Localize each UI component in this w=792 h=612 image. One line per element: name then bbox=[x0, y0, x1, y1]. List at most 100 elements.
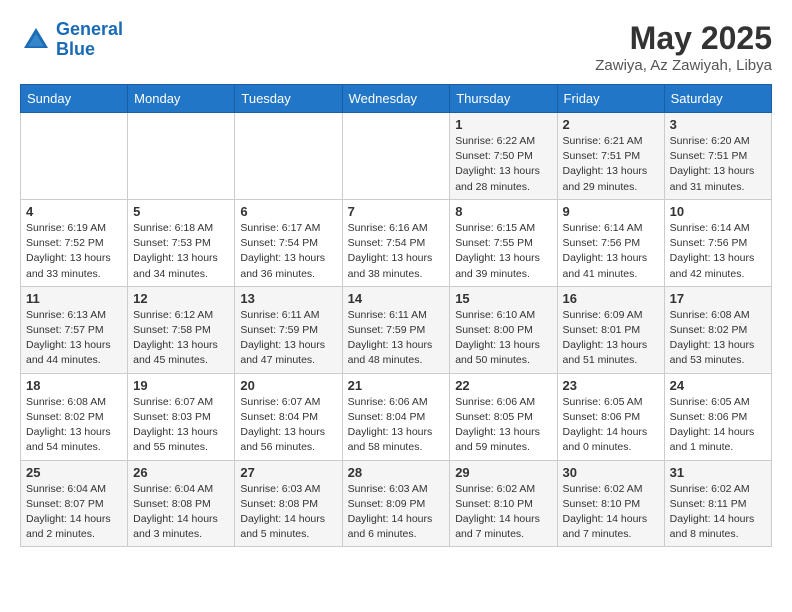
day-info: Sunrise: 6:12 AMSunset: 7:58 PMDaylight:… bbox=[133, 308, 229, 369]
day-info: Sunrise: 6:15 AMSunset: 7:55 PMDaylight:… bbox=[455, 221, 551, 282]
day-info: Sunrise: 6:08 AMSunset: 8:02 PMDaylight:… bbox=[26, 395, 122, 456]
weekday-header: Monday bbox=[128, 85, 235, 113]
day-number: 25 bbox=[26, 465, 122, 480]
calendar-week-row: 18 Sunrise: 6:08 AMSunset: 8:02 PMDayligh… bbox=[21, 373, 772, 460]
calendar-cell: 8 Sunrise: 6:15 AMSunset: 7:55 PMDaylight… bbox=[450, 199, 557, 286]
day-number: 2 bbox=[563, 117, 659, 132]
day-number: 7 bbox=[348, 204, 445, 219]
day-number: 4 bbox=[26, 204, 122, 219]
day-number: 12 bbox=[133, 291, 229, 306]
calendar-cell: 7 Sunrise: 6:16 AMSunset: 7:54 PMDaylight… bbox=[342, 199, 450, 286]
day-number: 6 bbox=[240, 204, 336, 219]
day-number: 30 bbox=[563, 465, 659, 480]
calendar-cell: 15Sunrise: 6:10 AMSunset: 8:00 PMDayligh… bbox=[450, 286, 557, 373]
day-info: Sunrise: 6:07 AMSunset: 8:03 PMDaylight:… bbox=[133, 395, 229, 456]
calendar-cell: 5 Sunrise: 6:18 AMSunset: 7:53 PMDaylight… bbox=[128, 199, 235, 286]
day-info: Sunrise: 6:06 AMSunset: 8:04 PMDaylight:… bbox=[348, 395, 445, 456]
weekday-header: Thursday bbox=[450, 85, 557, 113]
calendar-cell: 4 Sunrise: 6:19 AMSunset: 7:52 PMDaylight… bbox=[21, 199, 128, 286]
day-number: 1 bbox=[455, 117, 551, 132]
day-number: 11 bbox=[26, 291, 122, 306]
calendar-cell: 25 Sunrise: 6:04 AMSunset: 8:07 PMDayligh… bbox=[21, 460, 128, 547]
weekday-header: Wednesday bbox=[342, 85, 450, 113]
day-info: Sunrise: 6:16 AMSunset: 7:54 PMDaylight:… bbox=[348, 221, 445, 282]
day-info: Sunrise: 6:06 AMSunset: 8:05 PMDaylight:… bbox=[455, 395, 551, 456]
logo-line2: Blue bbox=[56, 40, 123, 60]
day-info: Sunrise: 6:20 AMSunset: 7:51 PMDaylight:… bbox=[670, 134, 766, 195]
day-info: Sunrise: 6:08 AMSunset: 8:02 PMDaylight:… bbox=[670, 308, 766, 369]
calendar-cell bbox=[235, 113, 342, 200]
calendar-week-row: 11Sunrise: 6:13 AMSunset: 7:57 PMDayligh… bbox=[21, 286, 772, 373]
logo: General Blue bbox=[20, 20, 123, 60]
calendar-cell: 10 Sunrise: 6:14 AMSunset: 7:56 PMDayligh… bbox=[664, 199, 771, 286]
day-number: 18 bbox=[26, 378, 122, 393]
day-number: 5 bbox=[133, 204, 229, 219]
calendar-cell bbox=[342, 113, 450, 200]
calendar-cell: 3 Sunrise: 6:20 AMSunset: 7:51 PMDaylight… bbox=[664, 113, 771, 200]
weekday-header: Saturday bbox=[664, 85, 771, 113]
day-number: 22 bbox=[455, 378, 551, 393]
day-number: 3 bbox=[670, 117, 766, 132]
calendar-cell: 22 Sunrise: 6:06 AMSunset: 8:05 PMDayligh… bbox=[450, 373, 557, 460]
weekday-header: Tuesday bbox=[235, 85, 342, 113]
logo-line1: General bbox=[56, 19, 123, 39]
calendar-cell: 21 Sunrise: 6:06 AMSunset: 8:04 PMDayligh… bbox=[342, 373, 450, 460]
calendar-cell: 28Sunrise: 6:03 AMSunset: 8:09 PMDayligh… bbox=[342, 460, 450, 547]
day-info: Sunrise: 6:02 AMSunset: 8:10 PMDaylight:… bbox=[563, 482, 659, 543]
day-info: Sunrise: 6:22 AMSunset: 7:50 PMDaylight:… bbox=[455, 134, 551, 195]
calendar-week-row: 4 Sunrise: 6:19 AMSunset: 7:52 PMDaylight… bbox=[21, 199, 772, 286]
day-number: 8 bbox=[455, 204, 551, 219]
calendar-cell: 23Sunrise: 6:05 AMSunset: 8:06 PMDayligh… bbox=[557, 373, 664, 460]
calendar-header-row: SundayMondayTuesdayWednesdayThursdayFrid… bbox=[21, 85, 772, 113]
logo-icon bbox=[20, 24, 52, 56]
day-info: Sunrise: 6:14 AMSunset: 7:56 PMDaylight:… bbox=[563, 221, 659, 282]
calendar-cell: 6 Sunrise: 6:17 AMSunset: 7:54 PMDaylight… bbox=[235, 199, 342, 286]
day-number: 16 bbox=[563, 291, 659, 306]
day-number: 19 bbox=[133, 378, 229, 393]
day-number: 17 bbox=[670, 291, 766, 306]
calendar-cell: 29Sunrise: 6:02 AMSunset: 8:10 PMDayligh… bbox=[450, 460, 557, 547]
month-title: May 2025 bbox=[595, 20, 772, 57]
day-number: 15 bbox=[455, 291, 551, 306]
calendar-cell: 9 Sunrise: 6:14 AMSunset: 7:56 PMDaylight… bbox=[557, 199, 664, 286]
day-number: 9 bbox=[563, 204, 659, 219]
day-number: 13 bbox=[240, 291, 336, 306]
calendar-table: SundayMondayTuesdayWednesdayThursdayFrid… bbox=[20, 84, 772, 547]
calendar-cell: 2Sunrise: 6:21 AMSunset: 7:51 PMDaylight… bbox=[557, 113, 664, 200]
day-number: 28 bbox=[348, 465, 445, 480]
day-info: Sunrise: 6:05 AMSunset: 8:06 PMDaylight:… bbox=[670, 395, 766, 456]
calendar-cell: 31 Sunrise: 6:02 AMSunset: 8:11 PMDayligh… bbox=[664, 460, 771, 547]
day-info: Sunrise: 6:14 AMSunset: 7:56 PMDaylight:… bbox=[670, 221, 766, 282]
calendar-cell: 11Sunrise: 6:13 AMSunset: 7:57 PMDayligh… bbox=[21, 286, 128, 373]
day-info: Sunrise: 6:19 AMSunset: 7:52 PMDaylight:… bbox=[26, 221, 122, 282]
calendar-cell: 30 Sunrise: 6:02 AMSunset: 8:10 PMDayligh… bbox=[557, 460, 664, 547]
day-number: 27 bbox=[240, 465, 336, 480]
calendar-cell: 20 Sunrise: 6:07 AMSunset: 8:04 PMDayligh… bbox=[235, 373, 342, 460]
day-number: 31 bbox=[670, 465, 766, 480]
day-info: Sunrise: 6:18 AMSunset: 7:53 PMDaylight:… bbox=[133, 221, 229, 282]
day-info: Sunrise: 6:11 AMSunset: 7:59 PMDaylight:… bbox=[348, 308, 445, 369]
day-number: 20 bbox=[240, 378, 336, 393]
calendar-cell: 17 Sunrise: 6:08 AMSunset: 8:02 PMDayligh… bbox=[664, 286, 771, 373]
day-info: Sunrise: 6:04 AMSunset: 8:08 PMDaylight:… bbox=[133, 482, 229, 543]
day-info: Sunrise: 6:07 AMSunset: 8:04 PMDaylight:… bbox=[240, 395, 336, 456]
day-info: Sunrise: 6:03 AMSunset: 8:08 PMDaylight:… bbox=[240, 482, 336, 543]
weekday-header: Friday bbox=[557, 85, 664, 113]
day-info: Sunrise: 6:09 AMSunset: 8:01 PMDaylight:… bbox=[563, 308, 659, 369]
day-number: 14 bbox=[348, 291, 445, 306]
calendar-cell: 26 Sunrise: 6:04 AMSunset: 8:08 PMDayligh… bbox=[128, 460, 235, 547]
calendar-cell: 18 Sunrise: 6:08 AMSunset: 8:02 PMDayligh… bbox=[21, 373, 128, 460]
day-number: 29 bbox=[455, 465, 551, 480]
day-number: 21 bbox=[348, 378, 445, 393]
day-number: 10 bbox=[670, 204, 766, 219]
logo-text: General Blue bbox=[56, 20, 123, 60]
title-block: May 2025 Zawiya, Az Zawiyah, Libya bbox=[595, 20, 772, 74]
day-info: Sunrise: 6:02 AMSunset: 8:11 PMDaylight:… bbox=[670, 482, 766, 543]
day-number: 26 bbox=[133, 465, 229, 480]
calendar-cell: 12 Sunrise: 6:12 AMSunset: 7:58 PMDayligh… bbox=[128, 286, 235, 373]
calendar-cell: 1 Sunrise: 6:22 AMSunset: 7:50 PMDaylight… bbox=[450, 113, 557, 200]
day-info: Sunrise: 6:11 AMSunset: 7:59 PMDaylight:… bbox=[240, 308, 336, 369]
calendar-week-row: 25 Sunrise: 6:04 AMSunset: 8:07 PMDayligh… bbox=[21, 460, 772, 547]
day-info: Sunrise: 6:17 AMSunset: 7:54 PMDaylight:… bbox=[240, 221, 336, 282]
day-info: Sunrise: 6:04 AMSunset: 8:07 PMDaylight:… bbox=[26, 482, 122, 543]
